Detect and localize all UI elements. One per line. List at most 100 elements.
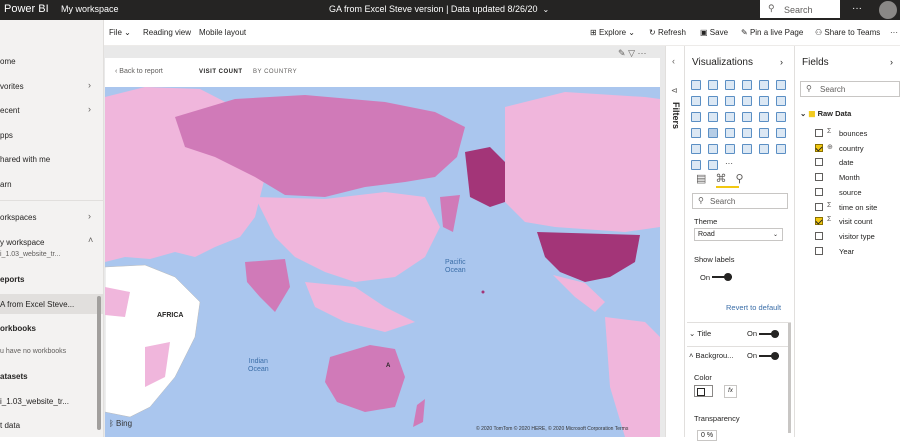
nav-home[interactable]: ome — [0, 57, 16, 66]
chevron-up-icon[interactable]: ˄ — [88, 235, 93, 245]
area-chart-icon[interactable] — [708, 96, 718, 106]
r-visual-icon[interactable] — [742, 144, 752, 154]
treemap-icon[interactable] — [776, 112, 786, 122]
field-checkbox[interactable] — [815, 202, 823, 211]
matrix-icon[interactable] — [725, 144, 735, 154]
refresh-button[interactable]: ↻ Refresh — [649, 28, 686, 37]
decomposition-tree-icon[interactable] — [691, 160, 701, 170]
kpi-icon[interactable] — [776, 128, 786, 138]
chevron-right-icon[interactable]: › — [88, 104, 91, 114]
slicer-icon[interactable] — [691, 144, 701, 154]
field-checkbox[interactable] — [815, 158, 823, 167]
stacked-column-chart-icon[interactable] — [708, 80, 718, 90]
field-checkbox[interactable] — [815, 173, 823, 182]
transparency-input[interactable]: 0 % — [697, 430, 718, 441]
format-search-input[interactable]: ⚲ Search — [692, 193, 788, 209]
background-toggle[interactable] — [759, 352, 779, 360]
line-stacked-column-icon[interactable] — [759, 96, 769, 106]
ribbon-chart-icon[interactable] — [776, 96, 786, 106]
title-section[interactable]: ⌄ Title — [689, 329, 711, 338]
filters-label[interactable]: Filters — [671, 102, 681, 129]
chevron-right-icon[interactable]: › — [88, 80, 91, 90]
fields-search-input[interactable]: ⚲ Search — [800, 81, 900, 97]
pin-live-page-button[interactable]: ✎ Pin a live Page — [741, 28, 803, 37]
nav-dataset-item[interactable]: i_1.03_website_tr... — [0, 397, 69, 406]
field-checkbox[interactable] — [815, 143, 823, 152]
scrollbar[interactable] — [97, 296, 101, 430]
nav-report-item[interactable]: A from Excel Steve... — [0, 300, 74, 309]
nav-workspace-item[interactable]: i_1.03_website_tr... — [0, 251, 60, 258]
line-column-chart-icon[interactable] — [742, 96, 752, 106]
nav-shared[interactable]: hared with me — [0, 155, 50, 164]
report-title[interactable]: GA from Excel Steve version | Data updat… — [329, 4, 549, 14]
avatar[interactable] — [879, 1, 897, 19]
nav-favorites[interactable]: vorites — [0, 82, 24, 91]
clustered-column-chart-icon[interactable] — [742, 80, 752, 90]
back-to-report-button[interactable]: ‹ Back to report — [115, 68, 163, 75]
field-checkbox[interactable] — [815, 231, 823, 240]
conditional-format-button[interactable]: fx — [724, 385, 737, 398]
filter-icon[interactable]: ▽ — [628, 48, 635, 58]
funnel-icon[interactable] — [708, 112, 718, 122]
show-labels-toggle[interactable] — [712, 273, 732, 281]
nav-workspaces[interactable]: orkspaces — [0, 213, 36, 222]
clustered-bar-chart-icon[interactable] — [725, 80, 735, 90]
nav-recent[interactable]: ecent — [0, 106, 20, 115]
region-australia[interactable] — [325, 345, 405, 412]
filled-map[interactable]: Pacific Ocean Indian Ocean AFRICA A © 20… — [105, 87, 660, 437]
app-name[interactable]: Power BI — [4, 3, 49, 15]
theme-select[interactable]: Road ⌄ — [694, 228, 783, 241]
multi-row-card-icon[interactable] — [759, 128, 769, 138]
analytics-tab-icon[interactable]: ⚲ — [736, 173, 744, 185]
pie-chart-icon[interactable] — [742, 112, 752, 122]
gauge-icon[interactable] — [725, 128, 735, 138]
color-picker[interactable] — [694, 385, 713, 397]
filled-map-icon[interactable] — [708, 128, 718, 138]
nav-get-data[interactable]: t data — [0, 421, 20, 430]
donut-chart-icon[interactable] — [759, 112, 769, 122]
map-visual[interactable]: ‹ Back to report VISIT COUNT BY COUNTRY — [105, 58, 660, 437]
field-checkbox[interactable] — [815, 187, 823, 196]
chevron-right-icon[interactable]: › — [780, 57, 783, 67]
waterfall-chart-icon[interactable] — [691, 112, 701, 122]
key-influencers-icon[interactable] — [776, 144, 786, 154]
chevron-right-icon[interactable]: › — [88, 211, 91, 221]
scrollbar[interactable] — [788, 323, 791, 433]
filters-pane[interactable]: ‹ ⊲ Filters — [665, 46, 685, 437]
chevron-left-icon[interactable]: ‹ — [672, 56, 675, 66]
more-visuals-icon[interactable]: ··· — [725, 160, 735, 170]
revert-default-link[interactable]: Revert to default — [726, 303, 781, 312]
file-menu[interactable]: File ⌄ — [109, 28, 131, 37]
table-icon[interactable] — [708, 144, 718, 154]
pin-visual-icon[interactable]: ✎ — [618, 48, 626, 58]
save-button[interactable]: ▣ Save — [700, 28, 728, 37]
more-options-icon[interactable]: ··· — [638, 48, 647, 58]
percent-column-chart-icon[interactable] — [776, 80, 786, 90]
nav-my-workspace[interactable]: y workspace — [0, 238, 44, 247]
stacked-bar-chart-icon[interactable] — [691, 80, 701, 90]
workspace-link[interactable]: My workspace — [61, 4, 119, 14]
mobile-layout-button[interactable]: Mobile layout — [199, 28, 246, 37]
fields-tab-icon[interactable]: ▤ — [696, 173, 706, 185]
more-options-icon[interactable]: ··· — [852, 3, 862, 14]
reading-view-button[interactable]: Reading view — [143, 28, 191, 37]
region-hawaii[interactable] — [481, 290, 485, 294]
card-icon[interactable] — [742, 128, 752, 138]
background-section[interactable]: ˄ Backgrou... — [689, 351, 733, 360]
field-checkbox[interactable] — [815, 129, 823, 137]
tab-by-country[interactable]: BY COUNTRY — [253, 69, 297, 75]
nav-apps[interactable]: pps — [0, 131, 13, 140]
share-teams-button[interactable]: ⚇ Share to Teams — [815, 28, 880, 37]
format-tab-icon[interactable]: ⌘ — [715, 173, 726, 185]
global-search-input[interactable]: ⚲ Search — [760, 0, 840, 18]
field-checkbox[interactable] — [815, 217, 823, 226]
python-visual-icon[interactable] — [759, 144, 769, 154]
qa-icon[interactable] — [708, 160, 718, 170]
map-attribution[interactable]: © 2020 TomTom © 2020 HERE, © 2020 Micros… — [476, 426, 628, 432]
scatter-chart-icon[interactable] — [725, 112, 735, 122]
title-toggle[interactable] — [759, 330, 779, 338]
chevron-right-icon[interactable]: › — [890, 57, 893, 67]
field-checkbox[interactable] — [815, 246, 823, 255]
region-canada[interactable] — [505, 92, 660, 232]
more-commands-icon[interactable]: ··· — [890, 28, 898, 37]
